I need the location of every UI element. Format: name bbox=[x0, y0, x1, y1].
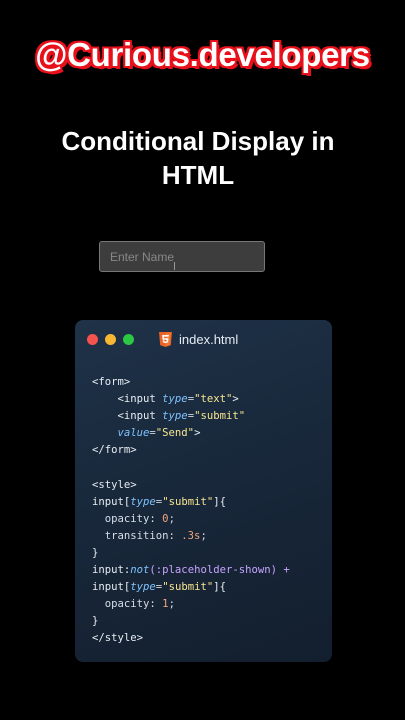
close-dot-icon[interactable] bbox=[87, 334, 98, 345]
code-token: <style> bbox=[92, 478, 137, 491]
code-token: type bbox=[130, 581, 156, 594]
code-token: ]{ bbox=[213, 495, 226, 508]
code-token: not bbox=[130, 564, 150, 577]
code-token: input[ bbox=[92, 495, 131, 508]
text-cursor-icon bbox=[174, 262, 175, 270]
code-token: <form> bbox=[92, 376, 131, 388]
code-token: transition: bbox=[92, 529, 182, 542]
code-token: .3s bbox=[181, 529, 201, 542]
code-line: </style> bbox=[92, 630, 290, 647]
code-token: "Send" bbox=[155, 427, 195, 440]
name-input[interactable] bbox=[99, 241, 265, 272]
code-token: <input bbox=[92, 393, 163, 406]
code-token: "submit" bbox=[162, 495, 214, 508]
html5-icon bbox=[159, 332, 172, 347]
code-token: opacity: bbox=[92, 598, 163, 611]
code-line: </form> bbox=[92, 442, 290, 459]
code-line: input:not(:placeholder-shown) + bbox=[92, 562, 290, 579]
code-token: "submit" bbox=[162, 581, 214, 594]
code-line: opacity: 1; bbox=[92, 596, 290, 613]
code-token: ; bbox=[168, 598, 175, 611]
code-line: } bbox=[92, 545, 290, 562]
code-token: </form> bbox=[92, 444, 137, 457]
code-token: (:placeholder-shown) + bbox=[149, 564, 290, 577]
code-token: input[ bbox=[92, 581, 131, 594]
code-line: <input type="submit" bbox=[92, 408, 290, 425]
code-token: type bbox=[162, 410, 188, 423]
code-line: <input type="text"> bbox=[92, 391, 290, 408]
minimize-dot-icon[interactable] bbox=[105, 334, 116, 345]
code-line: input[type="submit"]{ bbox=[92, 579, 290, 596]
code-line: transition: .3s; bbox=[92, 528, 290, 545]
code-block: <form> <input type="text"> <input type="… bbox=[92, 374, 290, 648]
code-token: "submit" bbox=[194, 410, 246, 423]
code-line: opacity: 0; bbox=[92, 511, 290, 528]
code-token: ; bbox=[168, 512, 175, 525]
code-line: <style> bbox=[92, 477, 290, 494]
maximize-dot-icon[interactable] bbox=[123, 334, 134, 345]
code-token: input: bbox=[92, 564, 131, 577]
code-token: type bbox=[162, 393, 188, 406]
code-line: value="Send"> bbox=[92, 425, 290, 442]
code-line: input[type="submit"]{ bbox=[92, 494, 290, 511]
code-token: > bbox=[232, 393, 239, 406]
code-token: ]{ bbox=[213, 581, 226, 594]
code-token: "text" bbox=[194, 393, 233, 406]
code-line: } bbox=[92, 613, 290, 630]
file-tab[interactable]: index.html bbox=[159, 332, 238, 347]
code-token: } bbox=[92, 615, 99, 628]
video-title: Conditional Display in HTML bbox=[61, 126, 335, 190]
code-token: value bbox=[117, 427, 150, 440]
code-token: opacity: bbox=[92, 512, 163, 525]
code-token: <input bbox=[92, 410, 163, 423]
code-token: ; bbox=[200, 529, 207, 542]
channel-handle: @Curious.developers bbox=[35, 36, 370, 73]
code-token: </style> bbox=[92, 632, 144, 645]
file-name: index.html bbox=[179, 332, 239, 347]
code-token: } bbox=[92, 546, 99, 559]
code-line: <form> bbox=[92, 374, 290, 391]
window-controls bbox=[87, 334, 134, 345]
code-token: type bbox=[130, 495, 156, 508]
code-token: > bbox=[194, 427, 201, 440]
code-editor-window: index.html <form> <input type="text"> <i… bbox=[75, 320, 332, 662]
